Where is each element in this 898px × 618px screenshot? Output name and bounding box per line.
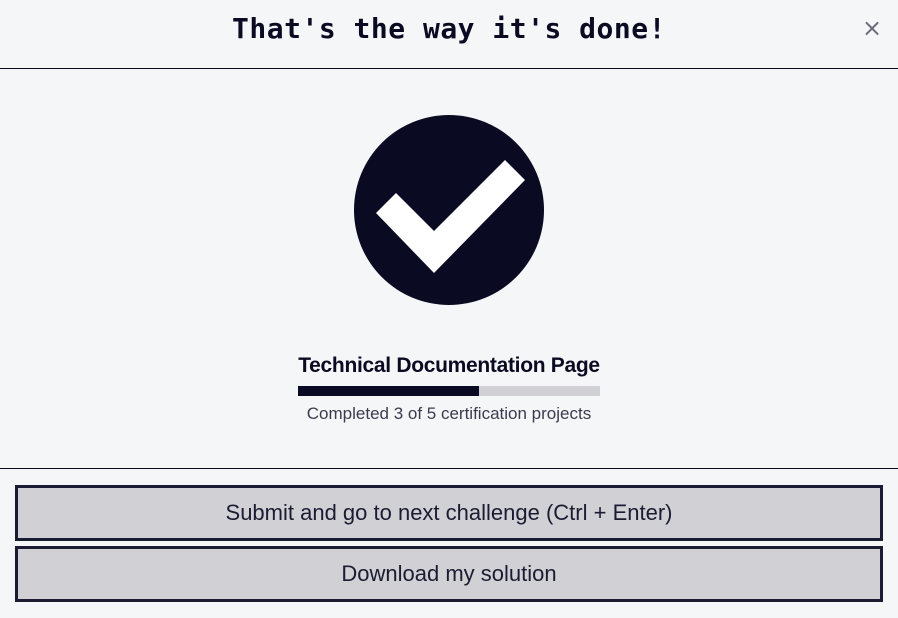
progress-text: Completed 3 of 5 certification projects: [306, 404, 592, 423]
download-solution-button[interactable]: Download my solution: [15, 546, 883, 602]
modal-footer: Submit and go to next challenge (Ctrl + …: [0, 469, 898, 602]
submit-next-challenge-button[interactable]: Submit and go to next challenge (Ctrl + …: [15, 485, 883, 541]
modal-title: That's the way it's done!: [232, 12, 666, 45]
modal-body: Technical Documentation Page Completed 3…: [0, 69, 898, 469]
check-circle-icon: [354, 115, 544, 305]
close-icon[interactable]: ×: [858, 13, 886, 43]
project-title: Technical Documentation Page: [298, 354, 600, 377]
modal-header: That's the way it's done! ×: [0, 0, 898, 69]
completion-modal: That's the way it's done! × Technical Do…: [0, 0, 898, 618]
progress-bar-fill: [298, 386, 480, 396]
progress-bar: [298, 386, 600, 396]
